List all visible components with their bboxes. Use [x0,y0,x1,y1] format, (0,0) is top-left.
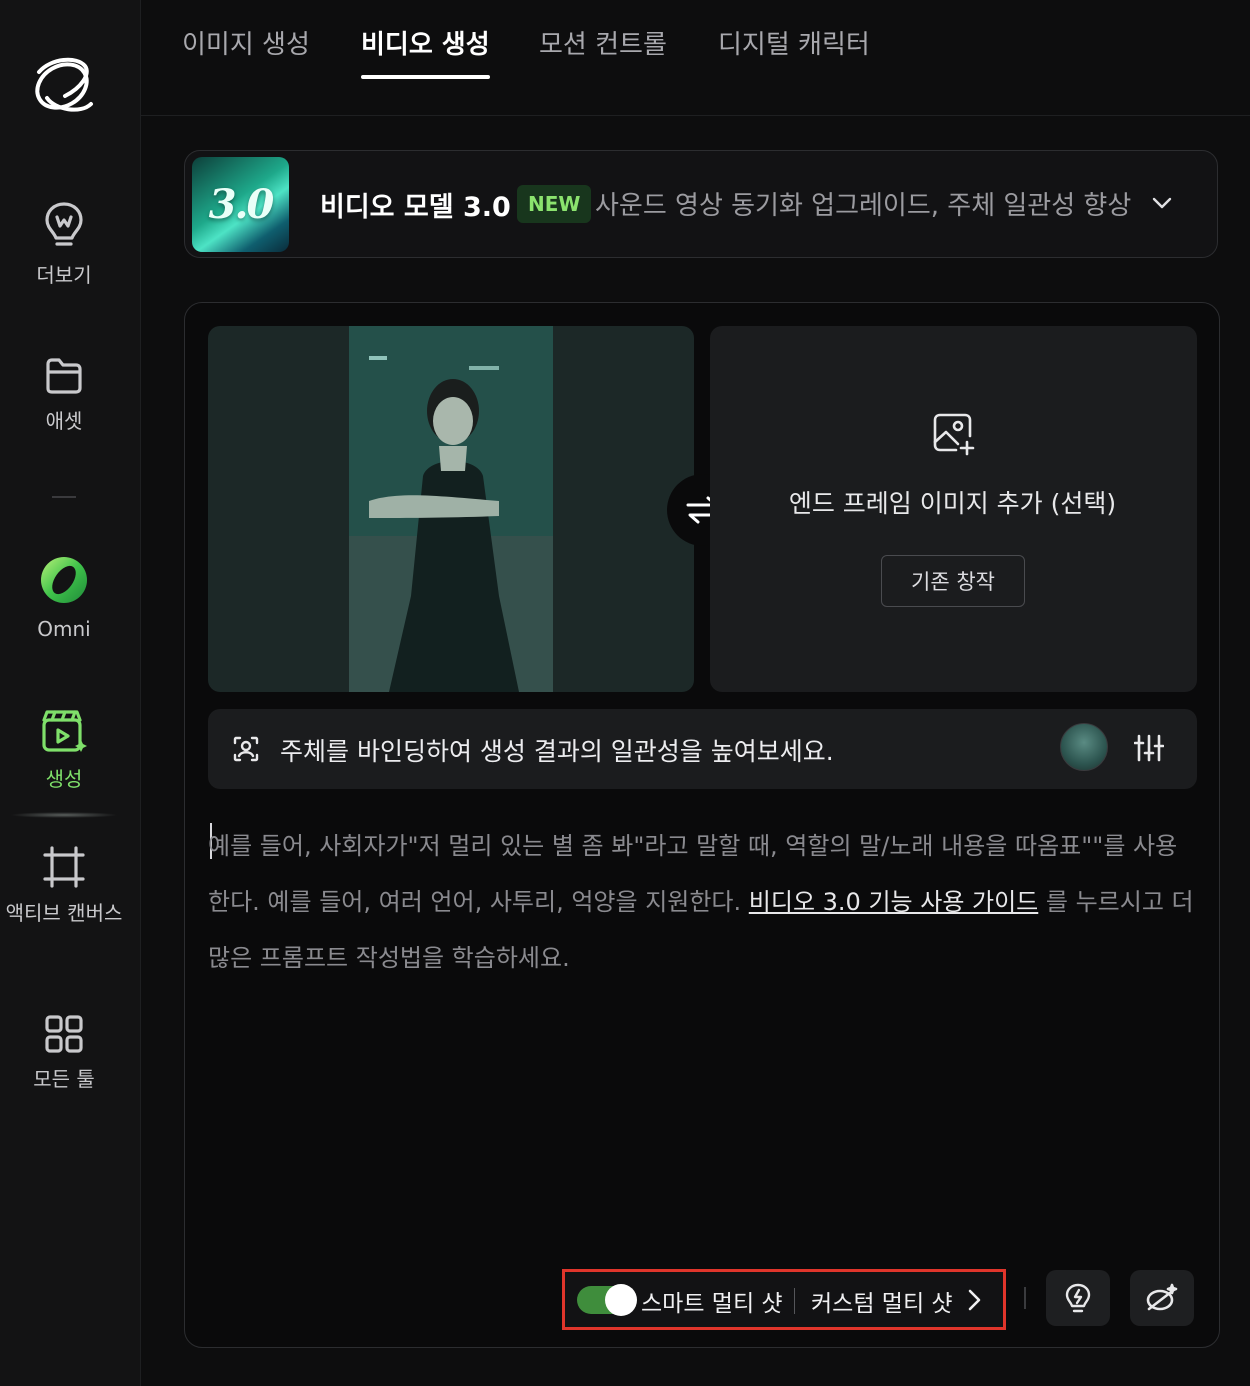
multishot-control: 스마트 멀티 샷 커스텀 멀티 샷 [562,1269,1006,1330]
app-logo-icon[interactable] [29,52,99,118]
start-frame-image [349,326,553,692]
sidebar-item-all-tools[interactable]: 모든 툴 [0,1014,128,1092]
chevron-right-icon[interactable] [965,1288,983,1312]
model-thumbnail: 3.0 [192,157,289,252]
sidebar-item-label: Omni [37,617,91,641]
prompt-input[interactable]: 예를 들어, 사회자가"저 멀리 있는 별 좀 봐"라고 말할 때, 역할의 말… [208,818,1198,986]
omni-ring-icon [41,557,87,603]
active-tab-indicator [361,75,490,79]
new-badge: NEW [517,185,592,223]
lightbulb-icon [45,202,83,246]
tab-motion-control[interactable]: 모션 컨트롤 [539,24,667,61]
tab-digital-character[interactable]: 디지털 캐릭터 [718,24,870,61]
sidebar-item-label: 생성 [45,767,83,791]
controls-divider [1024,1287,1026,1309]
multishot-divider [794,1288,795,1314]
folder-icon [46,358,82,394]
sidebar-item-label: 더보기 [36,263,92,287]
create-clapper-icon [42,710,87,752]
magic-wand-icon [1146,1283,1178,1311]
adjustments-icon[interactable] [1134,733,1164,763]
existing-creation-button[interactable]: 기존 창작 [881,555,1025,607]
end-frame-label: 엔드 프레임 이미지 추가 (선택) [788,489,1117,518]
custom-multishot-button[interactable]: 커스텀 멀티 샷 [811,1284,953,1318]
chevron-down-icon[interactable] [1150,191,1174,215]
sidebar-item-more[interactable]: 더보기 [0,200,128,288]
sidebar-item-active-canvas[interactable]: 액티브 캔버스 [0,846,128,926]
toggle-knob [605,1284,637,1316]
active-indicator [10,812,118,818]
canvas-frame-icon [43,846,85,888]
sidebar-item-create[interactable]: 생성 [0,708,128,792]
generate-sparkle-button[interactable] [1130,1270,1194,1326]
grid-icon [45,1015,83,1053]
model-selector[interactable]: 3.0 비디오 모델 3.0 NEW 사운드 영상 동기화 업그레이드, 주체 … [184,150,1218,258]
reference-image-figure [349,326,553,692]
sidebar: 더보기 애셋 Omni 생성 액티브 캔버스 모든 툴 [0,0,141,1386]
start-frame[interactable] [208,326,694,692]
sidebar-item-label: 모든 툴 [33,1067,95,1091]
generation-panel: 엔드 프레임 이미지 추가 (선택) 기존 창작 주체를 바인딩하여 생성 결과… [184,302,1220,1348]
add-image-icon [933,413,975,456]
tab-video-generation[interactable]: 비디오 생성 [361,24,490,61]
sidebar-item-omni[interactable]: Omni [0,556,128,642]
feature-guide-link[interactable]: 비디오 3.0 기능 사용 가이드 [749,888,1038,916]
subject-binding-bar[interactable]: 주체를 바인딩하여 생성 결과의 일관성을 높여보세요. [208,709,1197,789]
smart-multishot-label: 스마트 멀티 샷 [641,1291,783,1317]
subject-binding-text: 주체를 바인딩하여 생성 결과의 일관성을 높여보세요. [280,737,834,766]
subject-avatar[interactable] [1060,723,1108,771]
end-frame[interactable]: 엔드 프레임 이미지 추가 (선택) 기존 창작 [710,326,1197,692]
top-tabs: 이미지 생성 비디오 생성 모션 컨트롤 디지털 캐릭터 [141,0,1250,116]
subject-bind-icon [233,736,259,762]
tab-image-generation[interactable]: 이미지 생성 [182,24,310,61]
sidebar-item-label: 애셋 [45,409,83,433]
smart-multishot-toggle[interactable] [577,1284,637,1316]
sidebar-divider [52,496,76,498]
sidebar-item-label: 액티브 캔버스 [5,901,123,925]
model-description: 사운드 영상 동기화 업그레이드, 주체 일관성 향상 [595,191,1132,221]
prompt-inspiration-button[interactable] [1046,1270,1110,1326]
lightbulb-bolt-icon [1065,1283,1091,1313]
sidebar-item-assets[interactable]: 애셋 [0,356,128,434]
model-name: 비디오 모델 3.0 [320,192,511,223]
model-thumbnail-text: 3.0 [208,181,275,228]
